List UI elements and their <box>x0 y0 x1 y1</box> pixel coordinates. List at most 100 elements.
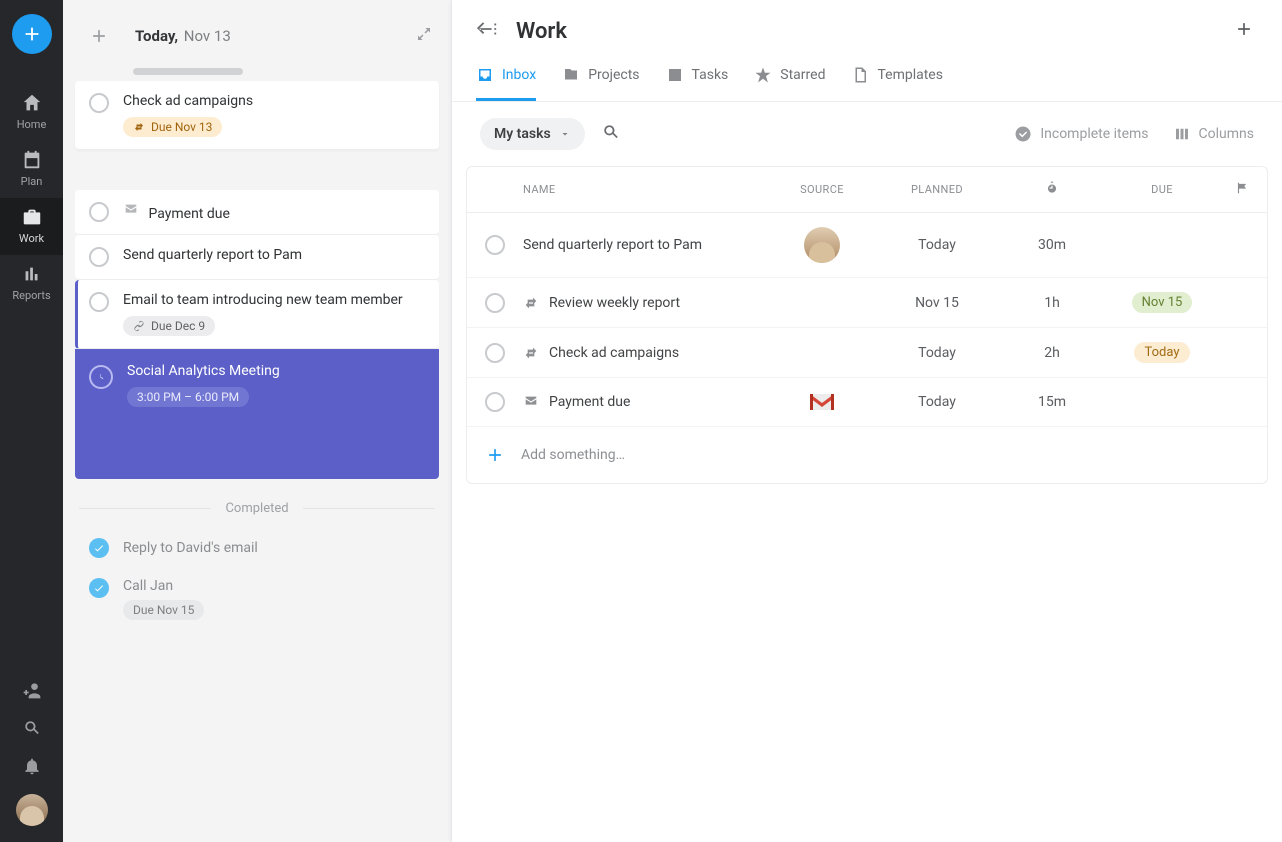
add-task-button[interactable] <box>81 18 117 54</box>
tab-projects[interactable]: Projects <box>562 66 639 101</box>
task-card[interactable]: Check ad campaigns Due Nov 13 <box>75 81 439 150</box>
completed-divider: Completed <box>79 501 435 516</box>
columns-label: Columns <box>1199 126 1254 142</box>
row-checkbox[interactable] <box>485 235 505 255</box>
done-card[interactable]: Reply to David's email <box>75 528 439 568</box>
chart-icon <box>21 263 43 285</box>
back-icon <box>476 18 498 40</box>
add-row[interactable]: Add something… <box>467 427 1267 483</box>
add-item-button[interactable] <box>1234 19 1254 43</box>
row-planned: Today <box>877 345 997 361</box>
nav-work-label: Work <box>19 232 44 245</box>
tab-templates[interactable]: Templates <box>851 66 943 101</box>
done-title: Reply to David's email <box>123 540 258 556</box>
nav-reports-label: Reports <box>12 289 50 302</box>
nav-reports[interactable]: Reports <box>0 255 63 312</box>
done-card[interactable]: Call Jan Due Nov 15 <box>75 568 439 630</box>
event-title: Social Analytics Meeting <box>127 363 280 379</box>
row-due: Today <box>1107 342 1217 363</box>
col-planned: PLANNED <box>877 183 997 196</box>
due-badge: Due Dec 9 <box>123 316 215 336</box>
plan-column: Today, Nov 13 Check ad campaigns Due Nov… <box>63 0 452 842</box>
clock-icon <box>89 365 113 389</box>
row-checkbox[interactable] <box>485 293 505 313</box>
table-row[interactable]: Send quarterly report to Pam Today 30m <box>467 213 1267 278</box>
repeat-icon <box>523 345 539 361</box>
search-button[interactable] <box>601 122 621 146</box>
task-card[interactable]: Send quarterly report to Pam <box>75 235 439 280</box>
work-panel: Work Inbox Projects Tasks Starred Templa… <box>451 0 1282 842</box>
mail-icon <box>523 394 539 410</box>
user-avatar[interactable] <box>16 794 48 826</box>
plus-icon <box>1234 19 1254 39</box>
search-icon <box>601 122 621 142</box>
completed-label: Completed <box>225 501 288 516</box>
expand-button[interactable] <box>415 25 433 47</box>
task-card[interactable]: Payment due <box>75 190 439 235</box>
check-icon <box>93 582 105 594</box>
plan-date-title: Today, Nov 13 <box>135 27 231 45</box>
tab-inbox[interactable]: Inbox <box>476 66 536 101</box>
done-checkbox[interactable] <box>89 578 109 598</box>
home-icon <box>21 92 43 114</box>
table-row[interactable]: Check ad campaigns Today 2h Today <box>467 328 1267 378</box>
col-source: SOURCE <box>767 183 877 196</box>
plus-icon <box>21 23 43 45</box>
star-icon <box>754 66 772 84</box>
tab-label: Templates <box>877 67 943 83</box>
task-checkbox[interactable] <box>89 202 109 222</box>
columns-button[interactable]: Columns <box>1173 125 1254 143</box>
row-checkbox[interactable] <box>485 392 505 412</box>
task-checkbox[interactable] <box>89 93 109 113</box>
row-checkbox[interactable] <box>485 343 505 363</box>
filter-dropdown[interactable]: My tasks <box>480 118 585 150</box>
stopwatch-icon <box>1045 181 1059 195</box>
row-source <box>767 392 877 412</box>
due-badge: Due Nov 13 <box>123 117 222 137</box>
row-name: Check ad campaigns <box>549 345 679 361</box>
search-icon[interactable] <box>22 718 42 738</box>
table-row[interactable]: Review weekly report Nov 15 1h Nov 15 <box>467 278 1267 328</box>
mail-icon <box>123 202 139 218</box>
task-checkbox[interactable] <box>89 247 109 267</box>
task-checkbox[interactable] <box>89 292 109 312</box>
back-button[interactable] <box>476 18 498 44</box>
check-icon <box>93 542 105 554</box>
nav-home-label: Home <box>17 118 47 131</box>
panel-title: Work <box>516 19 567 44</box>
tab-label: Inbox <box>502 67 536 83</box>
briefcase-icon <box>21 206 43 228</box>
row-planned: Today <box>877 394 997 410</box>
done-checkbox[interactable] <box>89 538 109 558</box>
incomplete-filter[interactable]: Incomplete items <box>1014 125 1148 143</box>
row-planned: Nov 15 <box>877 295 997 311</box>
tabs: Inbox Projects Tasks Starred Templates <box>452 50 1282 102</box>
table-row[interactable]: Payment due Today 15m <box>467 378 1267 427</box>
nav-work[interactable]: Work <box>0 198 63 255</box>
gmail-icon <box>808 392 836 412</box>
add-user-icon[interactable] <box>22 680 42 700</box>
task-title: Payment due <box>123 202 230 222</box>
plus-icon <box>89 26 109 46</box>
event-time: 3:00 PM – 6:00 PM <box>127 387 249 407</box>
col-name: NAME <box>523 183 767 196</box>
nav-plan[interactable]: Plan <box>0 141 63 198</box>
flag-icon <box>1235 181 1249 195</box>
templates-icon <box>851 66 869 84</box>
task-title: Email to team introducing new team membe… <box>123 292 403 308</box>
repeat-icon <box>133 121 145 133</box>
plus-icon <box>485 445 505 465</box>
row-duration: 2h <box>997 345 1107 361</box>
task-card[interactable]: Email to team introducing new team membe… <box>75 280 439 349</box>
bell-icon[interactable] <box>22 756 42 776</box>
nav-home[interactable]: Home <box>0 84 63 141</box>
row-planned: Today <box>877 237 997 253</box>
tab-tasks[interactable]: Tasks <box>666 66 729 101</box>
add-button[interactable] <box>12 14 52 54</box>
check-circle-icon <box>1014 125 1032 143</box>
tab-starred[interactable]: Starred <box>754 66 825 101</box>
event-card[interactable]: Social Analytics Meeting 3:00 PM – 6:00 … <box>75 349 439 479</box>
row-duration: 1h <box>997 295 1107 311</box>
table-header: NAME SOURCE PLANNED DUE <box>467 167 1267 213</box>
tasks-icon <box>666 66 684 84</box>
